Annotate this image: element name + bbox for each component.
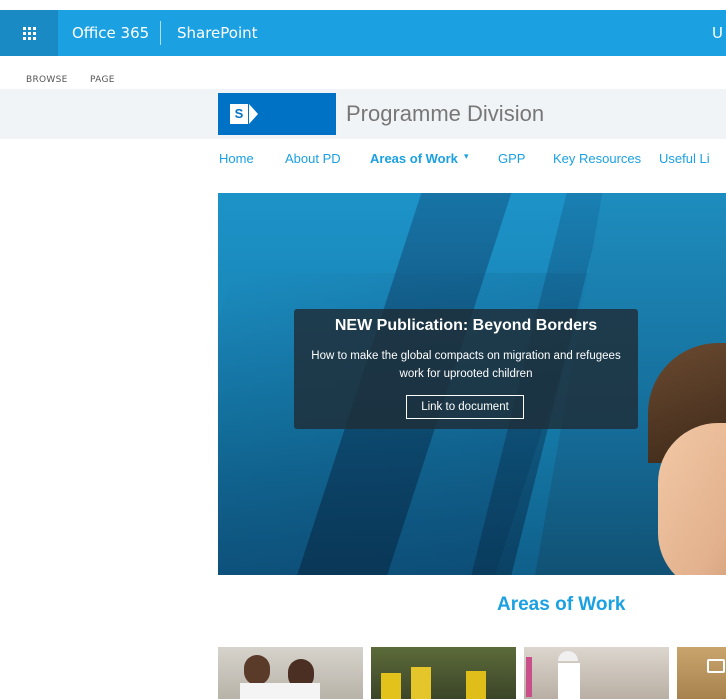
nav-item-useful-links[interactable]: Useful Li: [659, 151, 710, 166]
tab-page[interactable]: PAGE: [90, 75, 115, 85]
office365-link[interactable]: Office 365: [72, 10, 149, 56]
user-menu[interactable]: U: [712, 10, 723, 56]
site-logo[interactable]: S: [218, 93, 336, 135]
areas-of-work-heading: Areas of Work: [497, 594, 626, 615]
area-thumbnail[interactable]: [524, 647, 669, 699]
nav-item-home[interactable]: Home: [219, 151, 254, 166]
hero-title: NEW Publication: Beyond Borders: [334, 317, 598, 334]
app-launcher-button[interactable]: [0, 10, 58, 56]
chevron-down-icon[interactable]: ▾: [464, 151, 469, 162]
nav-item-about-pd[interactable]: About PD: [285, 151, 341, 166]
sharepoint-logo-icon: S: [230, 104, 248, 124]
logo-arrow-icon: [249, 104, 258, 124]
sharepoint-link[interactable]: SharePoint: [177, 10, 258, 56]
hero-caption: NEW Publication: Beyond Borders How to m…: [294, 309, 638, 429]
suite-divider: [160, 21, 161, 45]
nav-item-areas-of-work[interactable]: Areas of Work: [370, 151, 458, 166]
top-navigation: Home About PD Areas of Work ▾ GPP Key Re…: [0, 139, 726, 193]
site-header: S Programme Division: [0, 89, 726, 139]
link-to-document-button[interactable]: Link to document: [406, 395, 524, 419]
ribbon: BROWSE PAGE: [0, 56, 726, 89]
hero-banner: NEW Publication: Beyond Borders How to m…: [218, 193, 726, 575]
site-title[interactable]: Programme Division: [346, 101, 544, 127]
nav-item-key-resources[interactable]: Key Resources: [553, 151, 641, 166]
area-thumbnail[interactable]: [371, 647, 516, 699]
area-thumbnail[interactable]: [677, 647, 726, 699]
tab-browse[interactable]: BROWSE: [26, 75, 68, 85]
waffle-icon: [22, 26, 36, 40]
area-thumbnail[interactable]: [218, 647, 363, 699]
hero-description: How to make the global compacts on migra…: [311, 350, 621, 380]
suite-bar: Office 365 SharePoint U: [0, 10, 726, 56]
comment-icon: [707, 659, 725, 673]
nav-item-gpp[interactable]: GPP: [498, 151, 525, 166]
